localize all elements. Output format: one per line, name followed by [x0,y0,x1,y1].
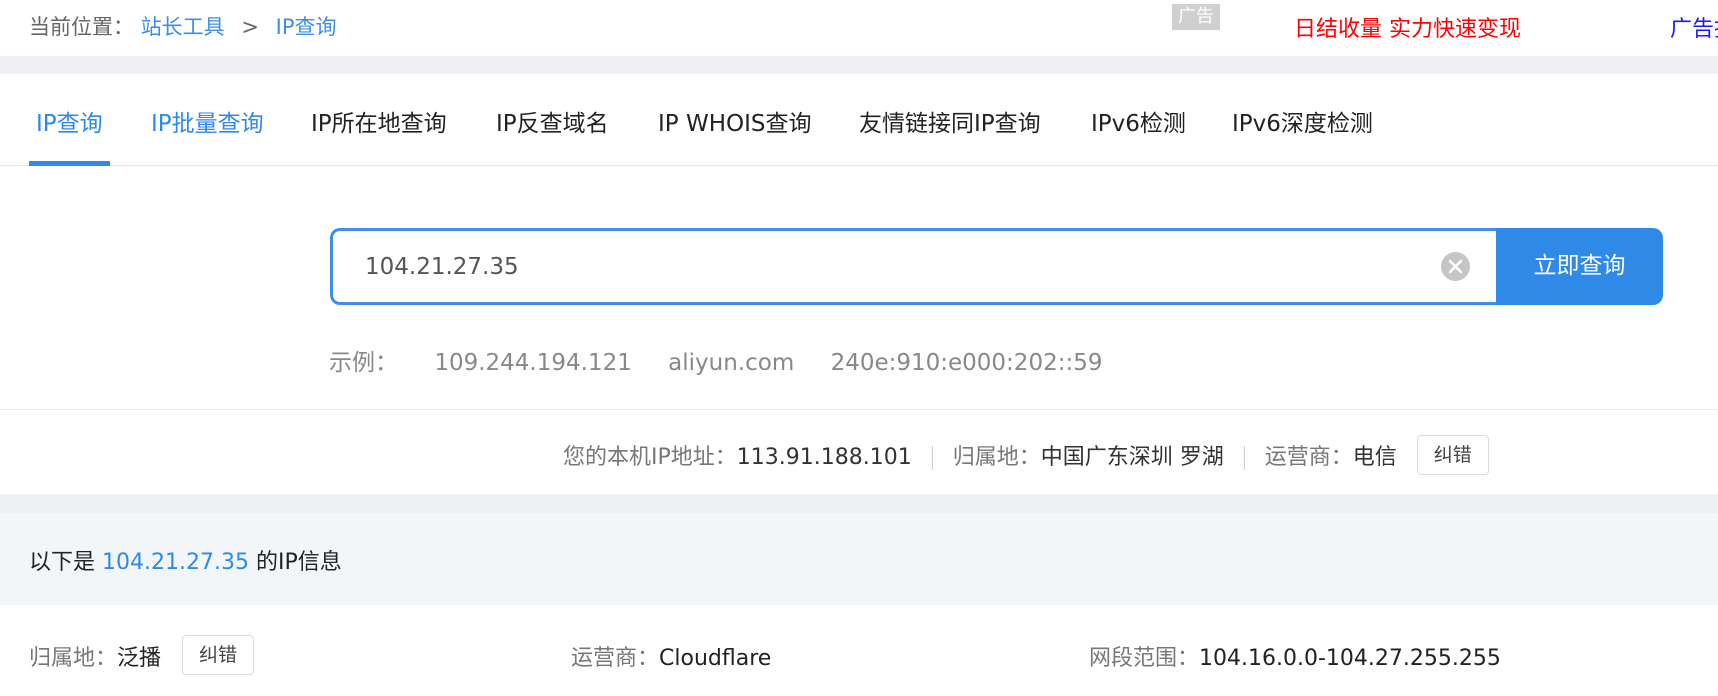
example-ipv4[interactable]: 109.244.194.121 [434,350,632,376]
search-box [330,228,1496,305]
breadcrumb-separator: > [241,15,259,39]
result-heading-prefix: 以下是 [29,550,96,575]
my-ip-info: 您的本机IP地址：113.91.188.101 归属地：中国广东深圳 罗湖 运营… [563,435,1489,475]
result-row: 归属地：泛播 纠错 运营商：Cloudflare 网段范围：104.16.0.0… [0,605,1718,696]
result-range-label: 网段范围： [1089,646,1200,671]
my-ip-correct-button[interactable]: 纠错 [1416,435,1489,475]
clear-icon[interactable] [1441,252,1470,281]
tab-ipv6-deep-check[interactable]: IPv6深度检测 [1232,104,1373,138]
result-location: 归属地：泛播 纠错 [29,635,255,675]
tab-ip-whois[interactable]: IP WHOIS查询 [658,104,812,138]
my-isp-label: 运营商： [1264,445,1353,470]
ad-link-right[interactable]: 广告投 [1670,11,1718,43]
result-isp: 运营商：Cloudflare [571,640,771,672]
example-domain[interactable]: aliyun.com [668,350,794,376]
ip-search-input[interactable] [365,249,1365,285]
breadcrumb-item-ip-query[interactable]: IP查询 [276,15,337,39]
result-isp-value: Cloudflare [659,646,772,671]
breadcrumb: 当前位置： 站长工具 > IP查询 [29,11,337,41]
tab-bar: IP查询 IP批量查询 IP所在地查询 IP反查域名 IP WHOIS查询 友情… [0,74,1718,166]
example-ipv6[interactable]: 240e:910:e000:202::59 [831,350,1103,376]
my-location-label: 归属地： [952,445,1041,470]
result-location-value: 泛播 [117,646,162,671]
separator [931,446,933,470]
breadcrumb-prefix: 当前位置： [29,15,134,39]
divider [0,409,1718,410]
result-heading: 以下是 104.21.27.35 的IP信息 [29,544,342,576]
result-header: 以下是 104.21.27.35 的IP信息 [0,513,1718,605]
result-isp-label: 运营商： [571,646,660,671]
tab-ip-location-query[interactable]: IP所在地查询 [311,104,447,138]
tab-ipv6-check[interactable]: IPv6检测 [1091,104,1186,138]
my-ip-label: 您的本机IP地址： [563,445,737,470]
ad-tag: 广告 [1172,4,1220,30]
top-bar: 当前位置： 站长工具 > IP查询 广告 日结收量 实力快速变现 广告投 [0,0,1718,56]
breadcrumb-item-tools[interactable]: 站长工具 [141,15,225,39]
examples: 示例： 109.244.194.121 aliyun.com 240e:910:… [329,343,1102,377]
result-correct-button[interactable]: 纠错 [182,635,255,675]
result-heading-ip: 104.21.27.35 [102,550,249,575]
result-range: 网段范围：104.16.0.0-104.27.255.255 [1089,640,1501,672]
tab-ip-batch-query[interactable]: IP批量查询 [151,104,264,138]
my-location-value: 中国广东深圳 罗湖 [1040,445,1224,470]
examples-label: 示例： [329,350,398,376]
tab-ip-query[interactable]: IP查询 [36,104,103,138]
query-button[interactable]: 立即查询 [1496,228,1663,305]
result-range-value: 104.16.0.0-104.27.255.255 [1199,646,1501,671]
result-heading-suffix: 的IP信息 [255,550,342,575]
active-tab-indicator [29,161,110,166]
ad-link[interactable]: 日结收量 实力快速变现 [1294,11,1521,43]
my-isp-value: 电信 [1352,445,1397,470]
tab-friend-link-same-ip[interactable]: 友情链接同IP查询 [859,104,1041,138]
my-ip-value: 113.91.188.101 [736,445,912,470]
query-card: IP查询 IP批量查询 IP所在地查询 IP反查域名 IP WHOIS查询 友情… [0,74,1718,494]
result-location-label: 归属地： [29,646,118,671]
tab-ip-reverse-domain[interactable]: IP反查域名 [496,104,609,138]
separator [1243,446,1245,470]
